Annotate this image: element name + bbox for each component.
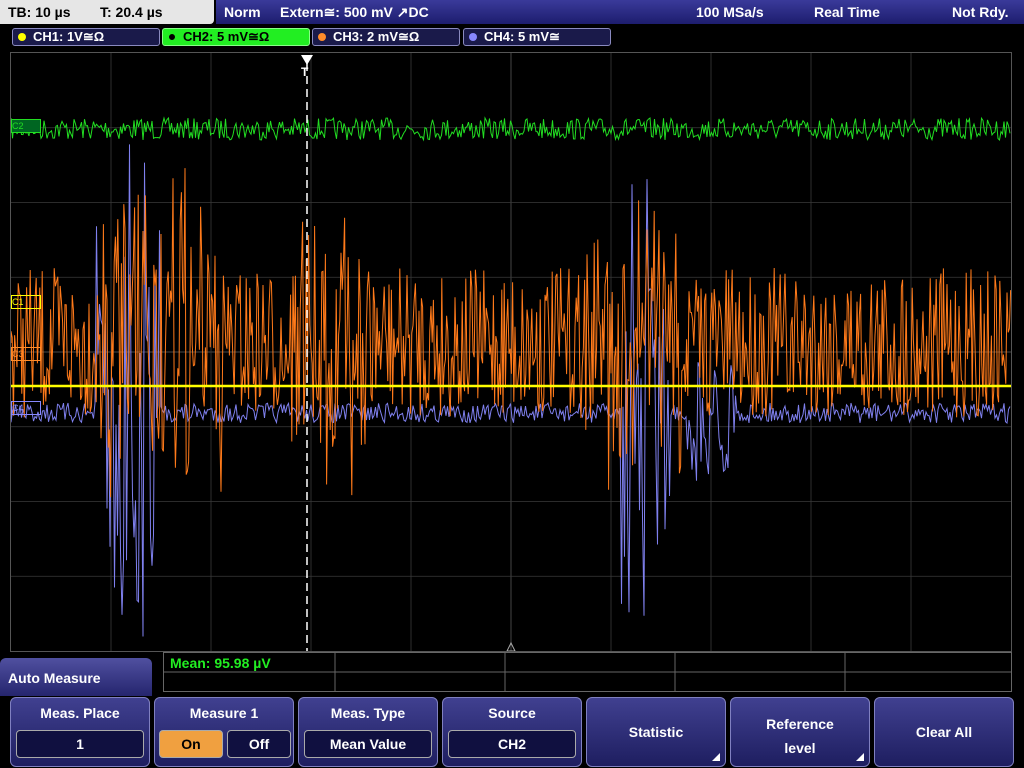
channel-4-label: CH4: 5 mV≅ — [484, 29, 560, 44]
channel-3-button[interactable]: CH3: 2 mV≅Ω — [312, 28, 460, 46]
submenu-arrow-icon — [856, 753, 864, 761]
meas-place-softkey[interactable]: Meas. Place 1 — [10, 697, 150, 767]
channel-1-color-icon — [18, 33, 26, 41]
statistic-softkey[interactable]: Statistic — [586, 697, 726, 767]
clear-all-softkey[interactable]: Clear All — [874, 697, 1014, 767]
waveform-display[interactable]: C2 C1 C3 C4 T — [10, 52, 1012, 652]
measure1-off-button[interactable]: Off — [227, 730, 291, 758]
channel-4-color-icon — [469, 33, 477, 41]
channel-2-offset-marker[interactable]: C2 — [11, 119, 41, 133]
channel-1-button[interactable]: CH1: 1V≅Ω — [12, 28, 160, 46]
measure1-on-button[interactable]: On — [159, 730, 223, 758]
channel-3-offset-marker[interactable]: C3 — [11, 347, 41, 361]
clear-all-label: Clear All — [915, 724, 973, 740]
reference-level-line1: Reference — [766, 716, 834, 732]
channel-2-button[interactable]: CH2: 5 mV≅Ω — [162, 28, 310, 46]
trigger-source: Extern≅: 500 mV ↗DC — [280, 4, 429, 20]
waveform-canvas — [11, 53, 1011, 651]
channel-2-color-icon — [168, 33, 176, 41]
mean-measurement-value: Mean: 95.98 µV — [170, 655, 271, 671]
source-softkey[interactable]: Source CH2 — [442, 697, 582, 767]
channel-4-offset-marker[interactable]: C4 — [11, 401, 41, 415]
acquisition-status-bar: Norm Extern≅: 500 mV ↗DC 100 MSa/s Real … — [216, 0, 1024, 24]
timebase-label: TB: 10 µs — [8, 4, 71, 20]
channel-3-label: CH3: 2 mV≅Ω — [333, 29, 420, 44]
meas-type-softkey[interactable]: Meas. Type Mean Value — [298, 697, 438, 767]
statistic-label: Statistic — [628, 724, 684, 740]
submenu-arrow-icon — [712, 753, 720, 761]
channel-4-button[interactable]: CH4: 5 mV≅ — [463, 28, 611, 46]
source-label: Source — [488, 705, 536, 721]
timebase-readout[interactable]: TB: 10 µs T: 20.4 µs — [0, 0, 214, 24]
trigger-time-label: T: 20.4 µs — [100, 4, 163, 20]
menu-title: Auto Measure — [0, 658, 152, 696]
measure1-softkey[interactable]: Measure 1 On Off — [154, 697, 294, 767]
meas-type-label: Meas. Type — [330, 705, 406, 721]
channel-3-color-icon — [318, 33, 326, 41]
measurement-bar — [163, 652, 1012, 692]
reference-level-softkey[interactable]: Reference level — [730, 697, 870, 767]
source-value[interactable]: CH2 — [448, 730, 576, 758]
trigger-mode: Norm — [224, 4, 261, 20]
meas-place-value[interactable]: 1 — [16, 730, 144, 758]
acquisition-mode: Real Time — [814, 4, 880, 20]
reference-level-line2: level — [784, 740, 816, 756]
channel-1-label: CH1: 1V≅Ω — [33, 29, 105, 44]
channel-1-offset-marker[interactable]: C1 — [11, 295, 41, 309]
acquisition-state: Not Rdy. — [952, 4, 1009, 20]
trigger-marker-label: T — [301, 65, 309, 79]
meas-place-label: Meas. Place — [40, 705, 120, 721]
sample-rate: 100 MSa/s — [696, 4, 764, 20]
meas-type-value[interactable]: Mean Value — [304, 730, 432, 758]
measure1-label: Measure 1 — [189, 705, 259, 721]
channel-2-label: CH2: 5 mV≅Ω — [183, 29, 270, 44]
